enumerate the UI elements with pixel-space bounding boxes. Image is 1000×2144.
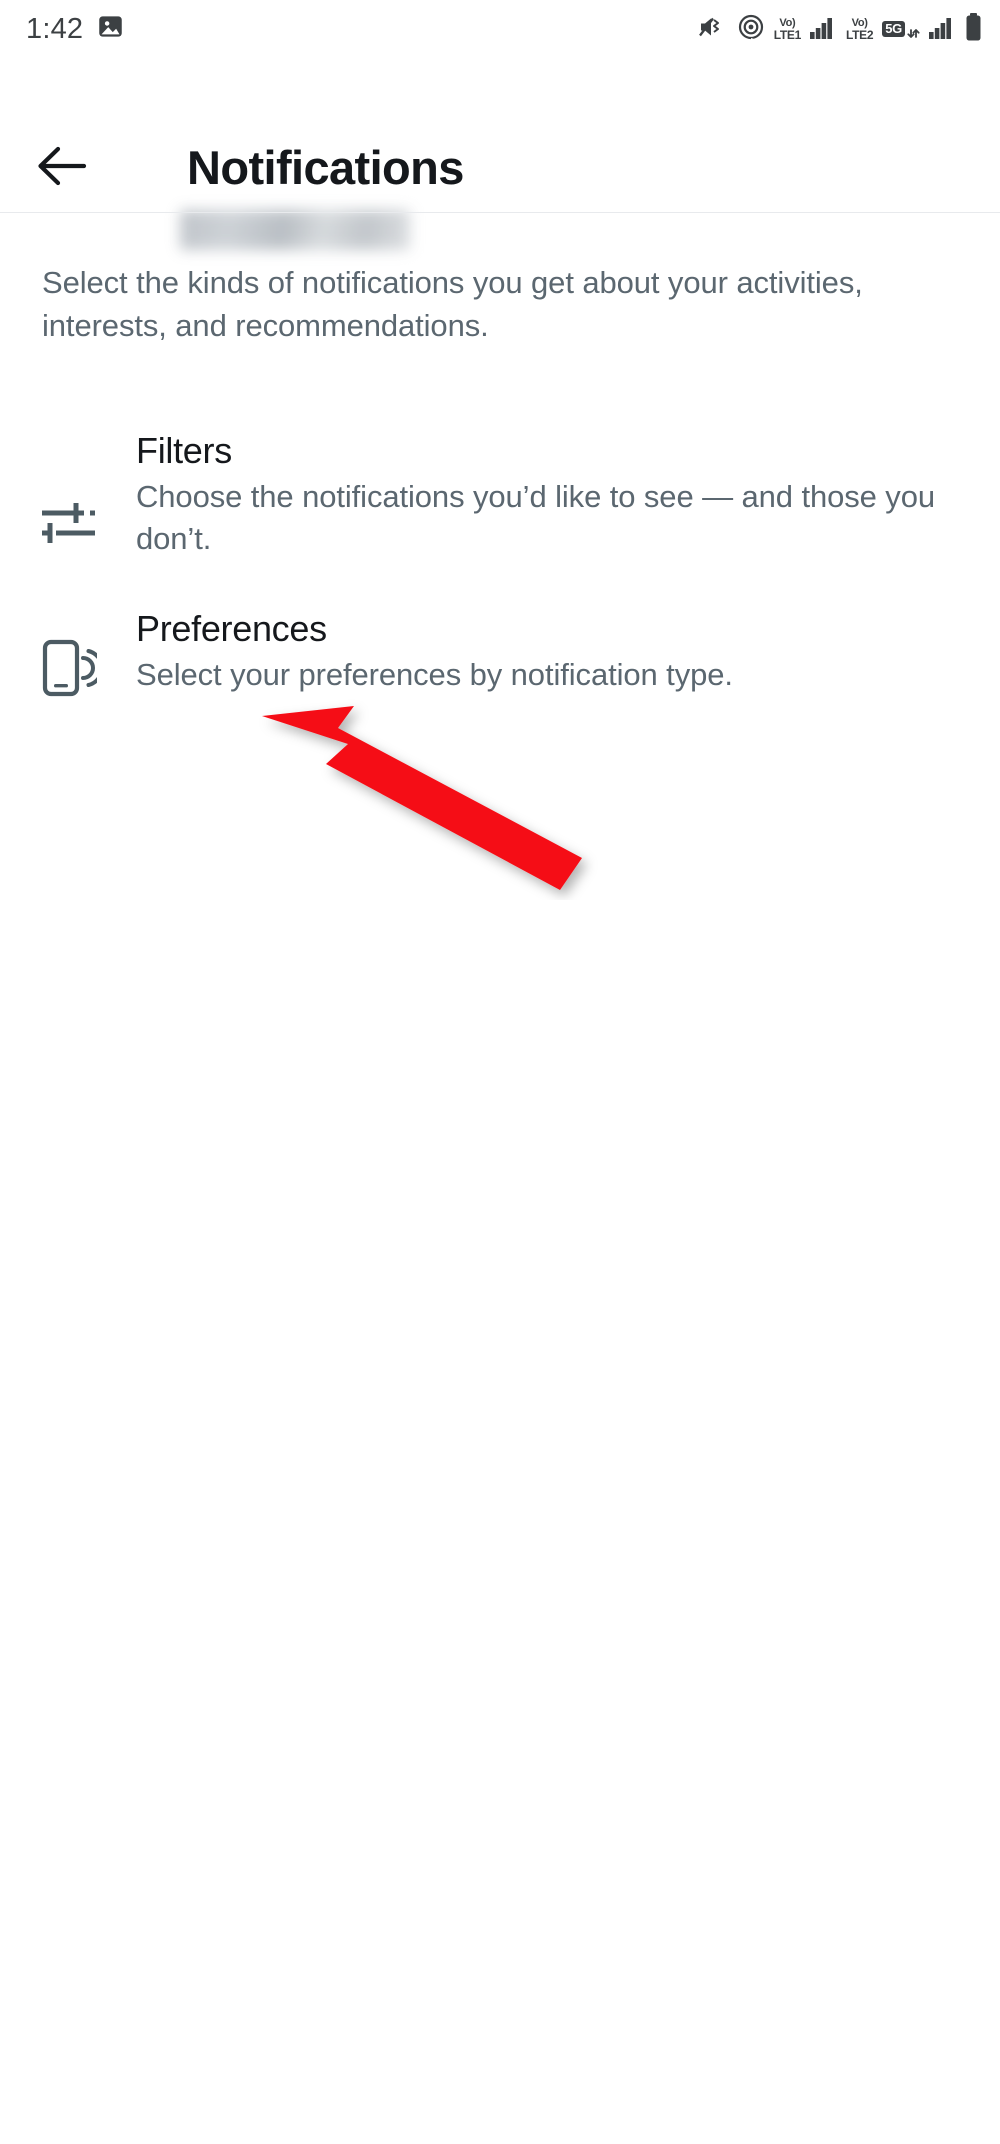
list-item-filters-text: Filters Choose the notifications you’d l…	[136, 430, 1000, 560]
back-arrow-icon	[36, 144, 88, 193]
list-item-filters-subtitle: Choose the notifications you’d like to s…	[136, 479, 935, 557]
phone-vibrate-icon	[0, 608, 136, 698]
battery-full-icon	[965, 12, 982, 46]
volte2-badge: Vo) LTE2	[846, 16, 874, 42]
hotspot-icon	[737, 13, 765, 46]
status-bar-right: Vo) LTE1 Vo) LTE2 5G	[698, 12, 982, 46]
page-title: Notifications	[187, 141, 464, 194]
list-item-preferences-text: Preferences Select your preferences by n…	[136, 608, 1000, 698]
redacted-account-handle	[180, 210, 410, 250]
list-item-filters[interactable]: Filters Choose the notifications you’d l…	[0, 430, 1000, 560]
status-bar-clock: 1:42	[26, 12, 84, 45]
filters-sliders-icon	[0, 430, 136, 560]
phone-screen: 1:42 Vo) LTE1 Vo) LTE2 5G Notifications …	[0, 0, 1000, 2144]
volte1-badge: Vo) LTE1	[773, 16, 802, 42]
annotation-arrow-icon	[230, 680, 650, 900]
back-button[interactable]	[30, 136, 94, 200]
list-item-preferences[interactable]: Preferences Select your preferences by n…	[0, 608, 1000, 698]
status-bar-left: 1:42	[26, 13, 124, 46]
photo-icon	[97, 13, 124, 45]
volume-mute-icon	[698, 14, 728, 45]
list-item-preferences-title: Preferences	[136, 608, 327, 649]
status-bar: 1:42 Vo) LTE1 Vo) LTE2 5G	[0, 0, 1000, 58]
signal-bars-icon-sim2	[929, 15, 956, 44]
app-header: Notifications	[0, 58, 1000, 250]
list-item-filters-title: Filters	[136, 430, 232, 471]
list-item-preferences-subtitle: Select your preferences by notification …	[136, 657, 733, 693]
fiveg-indicator: 5G	[882, 16, 920, 43]
data-transfer-arrows-icon	[907, 16, 920, 43]
intro-description: Select the kinds of notifications you ge…	[42, 265, 863, 343]
signal-bars-icon-sim1	[810, 15, 837, 44]
header-divider	[0, 212, 1000, 213]
fiveg-badge: 5G	[882, 21, 905, 37]
